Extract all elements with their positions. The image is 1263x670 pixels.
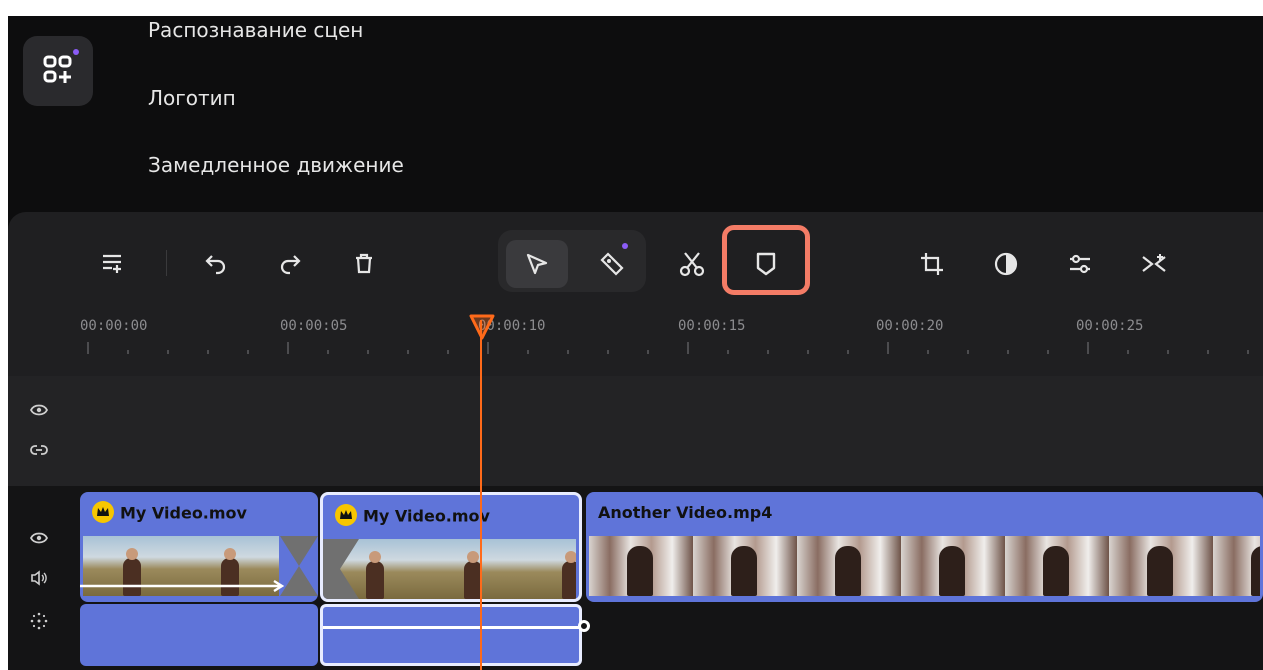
audio-clip[interactable]	[320, 604, 582, 666]
transition-icon[interactable]	[1134, 244, 1174, 284]
delete-icon[interactable]	[344, 243, 384, 283]
ruler-ticks[interactable]	[8, 342, 1263, 362]
app-window: Распознавание сцен Логотип Замедленное д…	[8, 16, 1263, 670]
marker-icon[interactable]	[746, 244, 786, 284]
eye-icon[interactable]	[29, 402, 49, 421]
clip-title-row: My Video.mov	[92, 501, 247, 525]
clip[interactable]: My Video.mov	[320, 492, 582, 602]
new-badge-dot	[622, 243, 628, 249]
adjust-icon[interactable]	[1060, 244, 1100, 284]
clip-thumbnails	[589, 536, 1260, 596]
timeline-panel: 00:00:00 00:00:05 00:00:10 00:00:15 00:0…	[8, 212, 1263, 670]
menu-item-scene-detection[interactable]: Распознавание сцен	[148, 18, 363, 42]
toolbar-separator	[166, 250, 167, 276]
speed-arrow	[80, 580, 285, 592]
effects-icon[interactable]	[30, 612, 48, 634]
crown-icon	[335, 504, 357, 526]
new-badge-dot	[73, 49, 79, 55]
clip-title: My Video.mov	[120, 503, 247, 523]
apps-icon	[43, 55, 72, 83]
ruler-label: 00:00:25	[1076, 318, 1144, 334]
thumbnail	[1109, 536, 1213, 596]
menu-item-slow-motion[interactable]: Замедленное движение	[148, 153, 404, 177]
clip[interactable]: My Video.mov	[80, 492, 318, 602]
clip-thumbnails	[326, 539, 576, 599]
link-icon[interactable]	[30, 442, 48, 461]
audio-clip[interactable]	[80, 604, 318, 666]
undo-icon[interactable]	[196, 243, 236, 283]
menu-item-logo[interactable]: Логотип	[148, 86, 236, 110]
crop-icon[interactable]	[912, 244, 952, 284]
add-track-icon[interactable]	[92, 243, 132, 283]
transition-marker[interactable]	[323, 539, 359, 599]
marker-tool-icon[interactable]	[592, 244, 632, 284]
thumbnail	[522, 539, 576, 599]
volume-line[interactable]	[323, 626, 579, 629]
overlay-track[interactable]	[8, 376, 1263, 486]
ruler-label: 00:00:15	[678, 318, 746, 334]
playhead-handle[interactable]	[468, 314, 496, 340]
volume-keyframe-handle[interactable]	[578, 620, 590, 632]
thumbnail	[1005, 536, 1109, 596]
ruler-label: 00:00:05	[280, 318, 348, 334]
clip[interactable]: Another Video.mp4	[586, 492, 1263, 602]
eye-icon[interactable]	[29, 530, 49, 549]
clip-title: My Video.mov	[363, 506, 490, 526]
thumbnail	[693, 536, 797, 596]
ruler-label: 00:00:20	[876, 318, 944, 334]
volume-icon[interactable]	[30, 570, 48, 590]
thumbnail	[901, 536, 1005, 596]
transition-marker[interactable]	[280, 536, 318, 596]
ruler-label: 00:00:00	[80, 318, 148, 334]
clip-title: Another Video.mp4	[598, 503, 773, 522]
thumbnail	[424, 539, 522, 599]
playhead[interactable]	[480, 320, 482, 670]
thumbnail	[1213, 536, 1260, 596]
thumbnail	[589, 536, 693, 596]
thumbnail	[797, 536, 901, 596]
select-tool-icon[interactable]	[517, 244, 557, 284]
color-icon[interactable]	[986, 244, 1026, 284]
crown-icon	[92, 501, 114, 523]
clip-title-row: My Video.mov	[335, 504, 490, 528]
apps-button[interactable]	[23, 36, 93, 106]
redo-icon[interactable]	[270, 243, 310, 283]
cut-icon[interactable]	[672, 244, 712, 284]
